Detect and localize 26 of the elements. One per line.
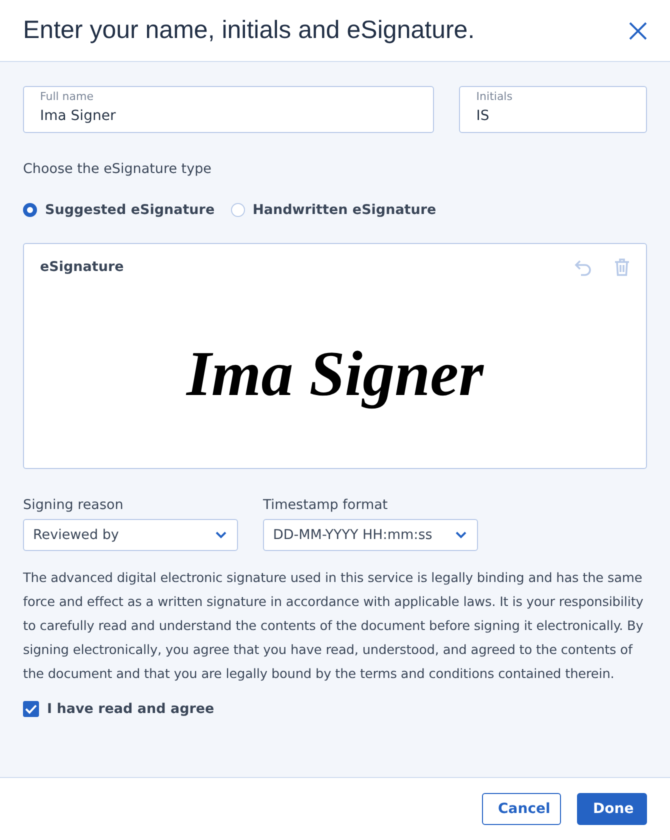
field-value[interactable]: IS — [476, 108, 490, 124]
checkbox-label[interactable]: I have read and agree — [47, 701, 214, 717]
cancel-button[interactable]: Cancel — [482, 793, 561, 825]
close-icon[interactable] — [628, 20, 648, 40]
field-label: Initials — [476, 90, 514, 104]
chevron-icon — [455, 531, 467, 539]
chevron-icon — [215, 531, 227, 539]
radio-label[interactable]: Handwritten eSignature — [252, 202, 436, 218]
checkbox[interactable] — [23, 701, 39, 717]
dropdown[interactable]: Reviewed by — [23, 519, 238, 551]
field-label: Signing reason — [23, 497, 124, 513]
radio-button[interactable] — [230, 203, 245, 217]
dropdown[interactable]: DD-MM-YYYY HH:mm:ss — [263, 519, 478, 551]
section-label: Choose the eSignature type — [23, 161, 212, 177]
done-button[interactable]: Done — [577, 793, 647, 825]
field-label: Full name — [40, 90, 95, 104]
panel-title: eSignature — [40, 259, 124, 275]
text-field[interactable]: Full name Ima Signer — [23, 86, 434, 133]
field-label: Timestamp format — [263, 497, 389, 513]
legal-text: The advanced digital electronic signature used in this service is legally binding and has the same force and effect as a written signature in accordance with applicable laws. It is your responsibility to carefully read and understand the contents of the document before signing it electronically. By signing electronically, you agree that you have read, understood, and agreed to the contents of the document and that you are legally bound by the terms and conditions contained therein. — [23, 570, 644, 684]
text-field[interactable]: Initials IS — [459, 86, 647, 133]
dialog-title: Enter your name, initials and eSignature. — [23, 16, 475, 45]
signature-text: Ima Signer — [186, 337, 484, 411]
radio-button[interactable] — [23, 203, 37, 217]
radio-label[interactable]: Suggested eSignature — [45, 202, 215, 218]
field-value[interactable]: Ima Signer — [40, 108, 116, 124]
